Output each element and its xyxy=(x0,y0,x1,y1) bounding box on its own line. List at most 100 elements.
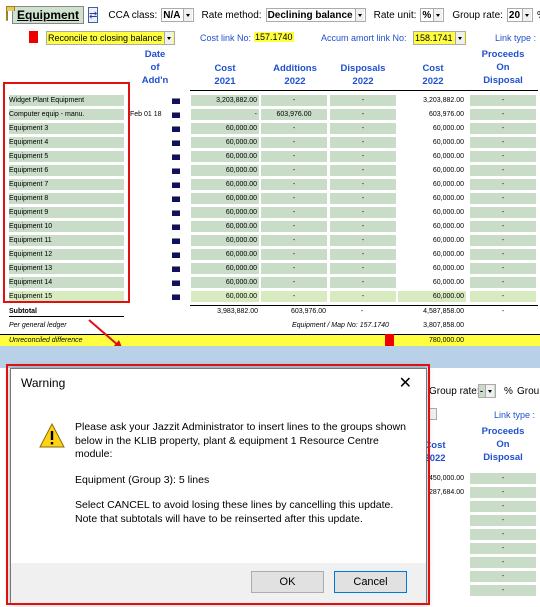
cost-2021-cell[interactable]: 60,000.00 xyxy=(191,277,259,288)
group-rate-select[interactable]: 20 xyxy=(506,8,534,22)
calendar-icon[interactable] xyxy=(172,182,180,188)
cost-2021-cell[interactable]: 60,000.00 xyxy=(191,193,259,204)
date-cell[interactable]: Feb 01 18 xyxy=(130,109,170,120)
calendar-icon[interactable] xyxy=(172,210,180,216)
cca-class-select[interactable]: N/A xyxy=(161,8,194,22)
additions-cell[interactable]: - xyxy=(261,165,327,176)
proceeds-cell[interactable]: - xyxy=(470,137,536,148)
proceeds-cell[interactable]: - xyxy=(470,291,536,302)
reconcile-select[interactable]: Reconcile to closing balance xyxy=(46,31,176,45)
calendar-icon[interactable] xyxy=(172,196,180,202)
proceeds-cell[interactable]: - xyxy=(470,123,536,134)
proceeds-cell[interactable]: - xyxy=(470,151,536,162)
proceeds-cell[interactable]: - xyxy=(470,95,536,106)
behind-group-rate-select[interactable]: - xyxy=(478,384,496,398)
additions-cell[interactable]: - xyxy=(261,291,327,302)
proceeds-cell[interactable]: - xyxy=(470,249,536,260)
proceeds-cell[interactable]: - xyxy=(470,109,536,120)
additions-cell[interactable]: - xyxy=(261,95,327,106)
behind-proceeds-cell[interactable]: - xyxy=(470,571,536,582)
additions-cell[interactable]: - xyxy=(261,123,327,134)
rate-method-select[interactable]: Declining balance xyxy=(265,8,366,22)
cost-link-value[interactable]: 157.1740 xyxy=(254,32,294,42)
rate-unit-select[interactable]: % xyxy=(420,8,445,22)
swap-icon[interactable]: ⇄ xyxy=(88,7,99,23)
behind-proceeds-cell[interactable]: - xyxy=(470,501,536,512)
calendar-icon[interactable] xyxy=(172,294,180,300)
date-cell[interactable] xyxy=(130,151,170,162)
date-cell[interactable] xyxy=(130,291,170,302)
disposals-cell[interactable]: - xyxy=(330,137,396,148)
additions-cell[interactable]: - xyxy=(261,151,327,162)
date-cell[interactable] xyxy=(130,123,170,134)
disposals-cell[interactable]: - xyxy=(330,179,396,190)
date-cell[interactable] xyxy=(130,221,170,232)
calendar-icon[interactable] xyxy=(172,252,180,258)
disposals-cell[interactable]: - xyxy=(330,263,396,274)
date-cell[interactable] xyxy=(130,95,170,106)
proceeds-cell[interactable]: - xyxy=(470,179,536,190)
equipment-title-button[interactable]: Equipment xyxy=(12,6,84,24)
cost-2021-cell[interactable]: 60,000.00 xyxy=(191,221,259,232)
calendar-icon[interactable] xyxy=(172,98,180,104)
date-cell[interactable] xyxy=(130,193,170,204)
disposals-cell[interactable]: - xyxy=(330,221,396,232)
calendar-icon[interactable] xyxy=(172,154,180,160)
proceeds-cell[interactable]: - xyxy=(470,165,536,176)
disposals-cell[interactable]: - xyxy=(330,193,396,204)
proceeds-cell[interactable]: - xyxy=(470,263,536,274)
ledger-map[interactable]: Equipment / Map No: 157.1740 xyxy=(292,320,398,331)
cost-2021-cell[interactable]: 60,000.00 xyxy=(191,179,259,190)
behind-proceeds-cell[interactable]: - xyxy=(470,529,536,540)
folder-icon[interactable] xyxy=(6,6,15,21)
disposals-cell[interactable]: - xyxy=(330,165,396,176)
additions-cell[interactable]: 603,976.00 xyxy=(261,109,327,120)
additions-cell[interactable]: - xyxy=(261,137,327,148)
date-cell[interactable] xyxy=(130,263,170,274)
cost-2021-cell[interactable]: 60,000.00 xyxy=(191,123,259,134)
proceeds-cell[interactable]: - xyxy=(470,193,536,204)
behind-proceeds-cell[interactable]: - xyxy=(470,585,536,596)
behind-proceeds-cell[interactable]: - xyxy=(470,543,536,554)
additions-cell[interactable]: - xyxy=(261,179,327,190)
calendar-icon[interactable] xyxy=(172,112,180,118)
date-cell[interactable] xyxy=(130,165,170,176)
date-cell[interactable] xyxy=(130,277,170,288)
date-cell[interactable] xyxy=(130,249,170,260)
calendar-icon[interactable] xyxy=(172,140,180,146)
disposals-cell[interactable]: - xyxy=(330,277,396,288)
date-cell[interactable] xyxy=(130,207,170,218)
additions-cell[interactable]: - xyxy=(261,193,327,204)
accum-link-select[interactable]: 158.1741 xyxy=(413,31,466,45)
disposals-cell[interactable]: - xyxy=(330,95,396,106)
behind-proceeds-cell[interactable]: - xyxy=(470,473,536,484)
cost-2021-cell[interactable]: 60,000.00 xyxy=(191,151,259,162)
additions-cell[interactable]: - xyxy=(261,235,327,246)
behind-proceeds-cell[interactable]: - xyxy=(470,487,536,498)
cost-2021-cell[interactable]: 60,000.00 xyxy=(191,137,259,148)
disposals-cell[interactable]: - xyxy=(330,235,396,246)
additions-cell[interactable]: - xyxy=(261,221,327,232)
disposals-cell[interactable]: - xyxy=(330,249,396,260)
proceeds-cell[interactable]: - xyxy=(470,221,536,232)
calendar-icon[interactable] xyxy=(172,168,180,174)
date-cell[interactable] xyxy=(130,137,170,148)
cost-2021-cell[interactable]: 3,203,882.00 xyxy=(191,95,259,106)
calendar-icon[interactable] xyxy=(172,266,180,272)
cost-2021-cell[interactable]: 60,000.00 xyxy=(191,291,259,302)
disposals-cell[interactable]: - xyxy=(330,123,396,134)
cost-2021-cell[interactable]: 60,000.00 xyxy=(191,235,259,246)
disposals-cell[interactable]: - xyxy=(330,291,396,302)
calendar-icon[interactable] xyxy=(172,238,180,244)
cost-2021-cell[interactable]: 60,000.00 xyxy=(191,207,259,218)
disposals-cell[interactable]: - xyxy=(330,151,396,162)
cost-2021-cell[interactable]: 60,000.00 xyxy=(191,263,259,274)
calendar-icon[interactable] xyxy=(172,126,180,132)
cost-2021-cell[interactable]: 60,000.00 xyxy=(191,249,259,260)
date-cell[interactable] xyxy=(130,179,170,190)
disposals-cell[interactable]: - xyxy=(330,207,396,218)
proceeds-cell[interactable]: - xyxy=(470,277,536,288)
cost-2021-cell[interactable]: - xyxy=(191,109,259,120)
proceeds-cell[interactable]: - xyxy=(470,207,536,218)
behind-proceeds-cell[interactable]: - xyxy=(470,515,536,526)
